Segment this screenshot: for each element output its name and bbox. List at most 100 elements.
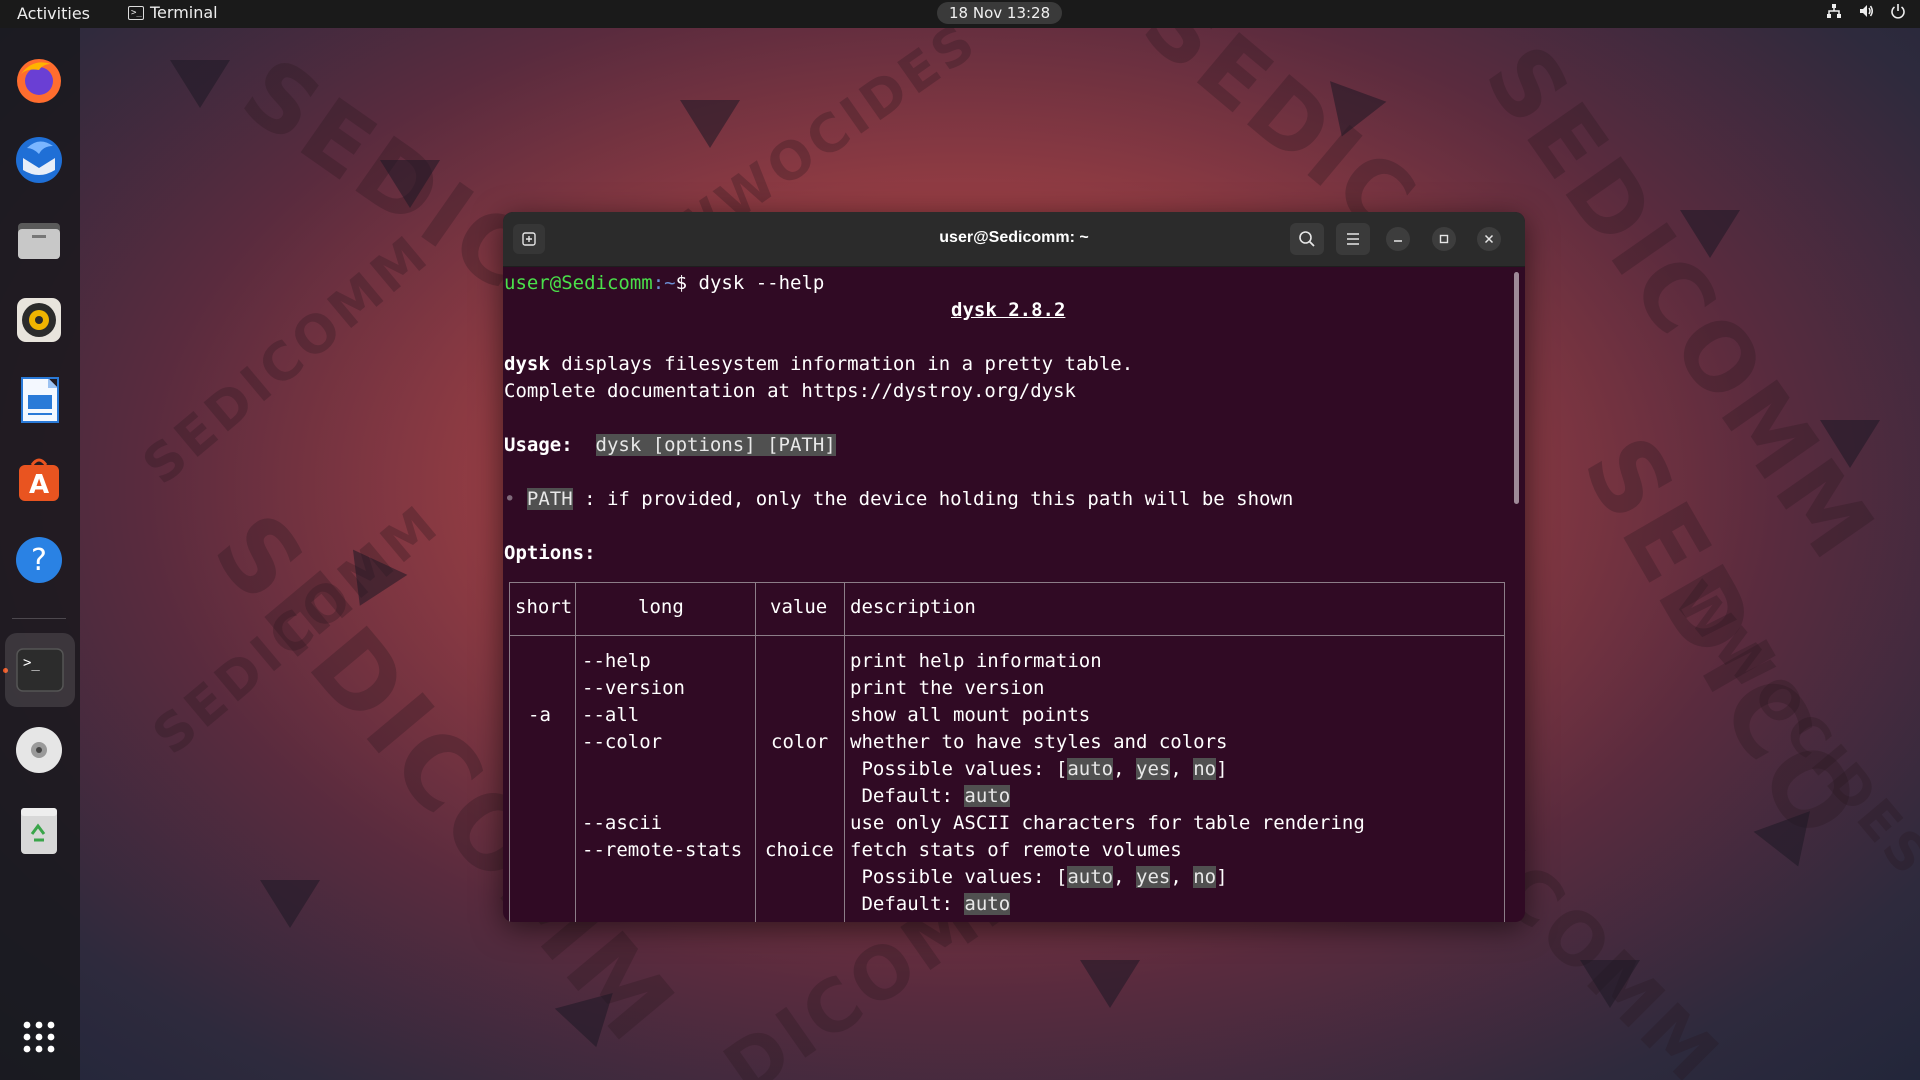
close-icon <box>1484 234 1494 244</box>
terminal-icon[interactable]: >_ <box>5 633 75 707</box>
value-auto: auto <box>1067 758 1114 780</box>
trash-icon[interactable] <box>10 801 68 859</box>
value-color: color <box>771 731 829 753</box>
dock: A ? >_ <box>0 28 80 1080</box>
path-desc: : if provided, only the device holding t… <box>572 488 1294 510</box>
bullet: • <box>504 488 516 510</box>
header-value: value <box>770 596 828 618</box>
dock-separator <box>12 618 66 619</box>
clock[interactable]: 18 Nov 13:28 <box>937 2 1063 24</box>
search-icon <box>1299 231 1315 247</box>
long-option-all: --all <box>582 704 640 726</box>
options-label: Options: <box>504 542 596 564</box>
comma: , <box>1170 866 1194 888</box>
prompt-user: user@Sedicomm <box>504 272 653 294</box>
value-no: no <box>1193 866 1217 888</box>
thunderbird-icon[interactable] <box>10 131 68 189</box>
default-prefix: Default: <box>850 785 965 807</box>
app-grid-icon[interactable] <box>10 1008 68 1066</box>
usage-label: Usage: <box>504 434 573 456</box>
desc-color-default: Default: auto <box>850 783 1011 810</box>
path-arg-line: • PATH : if provided, only the device ho… <box>504 486 1293 513</box>
help-heading: dysk 2.8.2 <box>951 297 1065 324</box>
options-table: short long value description -a --help -… <box>509 582 1505 922</box>
terminal-window[interactable]: user@Sedicomm: ~ user@Sedicomm:~$ dysk -… <box>503 212 1525 922</box>
disc-icon[interactable] <box>10 721 68 779</box>
desc-ascii: use only ASCII characters for table rend… <box>850 812 1365 834</box>
window-title: user@Sedicomm: ~ <box>939 229 1089 246</box>
documentation-line: Complete documentation at https://dystro… <box>504 380 1076 402</box>
long-option-version: --version <box>582 677 685 699</box>
bracket-close: ] <box>1216 866 1228 888</box>
usage-line: Usage: dysk [options] [PATH] <box>504 432 836 459</box>
comma: , <box>1113 866 1136 888</box>
path-arg: PATH <box>526 488 573 510</box>
search-button[interactable] <box>1290 223 1324 255</box>
description-bold: dysk <box>504 353 550 375</box>
desc-version: print the version <box>850 677 1045 699</box>
possible-prefix: Possible values: [ <box>850 758 1068 780</box>
maximize-button[interactable] <box>1432 227 1456 251</box>
desc-color: whether to have styles and colors <box>850 731 1228 753</box>
table-col-divider <box>755 583 756 922</box>
help-icon[interactable]: ? <box>10 531 68 589</box>
long-option-help: --help <box>582 650 651 672</box>
desc-all: show all mount points <box>850 704 1091 726</box>
table-col-divider <box>844 583 845 922</box>
command-text: dysk --help <box>698 272 825 294</box>
desc-remote-stats: fetch stats of remote volumes <box>850 839 1182 861</box>
table-col-divider <box>575 583 576 922</box>
minimize-button[interactable] <box>1386 227 1410 251</box>
firefox-icon[interactable] <box>10 51 68 109</box>
long-option-ascii: --ascii <box>582 812 663 834</box>
default-prefix: Default: <box>850 893 965 915</box>
maximize-icon <box>1439 234 1449 244</box>
software-icon[interactable]: A <box>10 451 68 509</box>
default-auto: auto <box>964 893 1011 915</box>
header-long: long <box>638 596 684 618</box>
close-button[interactable] <box>1477 227 1501 251</box>
header-description: description <box>850 596 976 618</box>
prompt-path: :~ <box>652 272 676 294</box>
svg-text:?: ? <box>31 543 47 578</box>
desc-remote-default: Default: auto <box>850 891 1011 918</box>
window-titlebar[interactable]: user@Sedicomm: ~ <box>503 212 1525 267</box>
description-line: dysk displays filesystem information in … <box>504 351 1133 378</box>
activities-button[interactable]: Activities <box>17 4 90 23</box>
app-menu[interactable]: >_ Terminal <box>128 3 218 22</box>
hamburger-menu-icon <box>1347 233 1359 245</box>
terminal-scrollbar[interactable] <box>1514 272 1519 504</box>
usage-value: dysk [options] [PATH] <box>595 434 836 456</box>
power-icon[interactable] <box>1890 3 1906 19</box>
value-no: no <box>1193 758 1217 780</box>
desc-color-possible-values: Possible values: [auto, yes, no] <box>850 756 1228 783</box>
network-icon[interactable] <box>1826 3 1842 19</box>
menu-button[interactable] <box>1336 223 1370 255</box>
desc-remote-possible-values: Possible values: [auto, yes, no] <box>850 864 1228 891</box>
terminal-output[interactable]: user@Sedicomm:~$ dysk --help dysk 2.8.2 … <box>503 266 1511 922</box>
app-menu-label: Terminal <box>150 3 218 22</box>
volume-icon[interactable] <box>1858 3 1874 19</box>
files-icon[interactable] <box>10 211 68 269</box>
bracket-close: ] <box>1216 758 1228 780</box>
default-auto: auto <box>964 785 1011 807</box>
help-heading-text: dysk 2.8.2 <box>951 299 1066 321</box>
options-label-line: Options: <box>504 540 596 567</box>
description-rest: displays filesystem information in a pre… <box>549 353 1134 375</box>
prompt-symbol: $ <box>675 272 699 294</box>
minimize-icon <box>1394 240 1402 242</box>
value-yes: yes <box>1136 866 1171 888</box>
rhythmbox-icon[interactable] <box>10 291 68 349</box>
long-option-remote-stats: --remote-stats <box>582 839 743 861</box>
value-auto: auto <box>1067 866 1114 888</box>
possible-prefix: Possible values: [ <box>850 866 1068 888</box>
system-tray[interactable] <box>1826 3 1906 19</box>
table-header-divider <box>510 635 1504 636</box>
desc-help: print help information <box>850 650 1102 672</box>
svg-text:A: A <box>29 470 49 500</box>
top-panel: Activities >_ Terminal 18 Nov 13:28 <box>0 0 1920 28</box>
comma: , <box>1113 758 1136 780</box>
command-line: user@Sedicomm:~$ dysk --help <box>504 270 824 297</box>
long-option-color: --color <box>582 731 663 753</box>
writer-icon[interactable] <box>10 371 68 429</box>
